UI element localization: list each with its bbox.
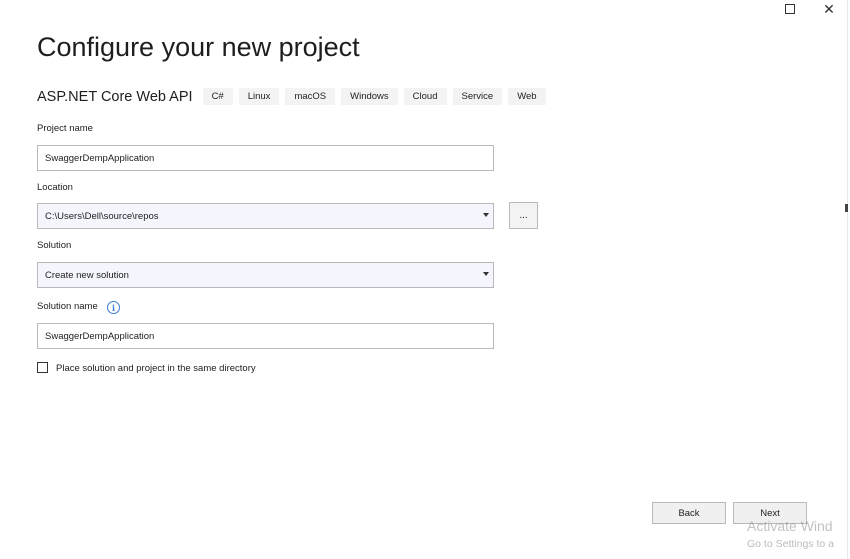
same-directory-label[interactable]: Place solution and project in the same d… (56, 363, 256, 374)
tag-csharp: C# (202, 88, 233, 105)
solution-name-input[interactable] (37, 323, 494, 349)
location-label: Location (37, 182, 73, 193)
location-combobox[interactable]: C:\Users\Dell\source\repos (37, 203, 494, 229)
solution-label: Solution (37, 240, 72, 251)
tag-web: Web (508, 88, 546, 105)
browse-button[interactable]: ... (509, 202, 538, 229)
solution-name-label: Solution name (37, 301, 98, 312)
activation-watermark-text: Go to Settings to a (747, 538, 834, 550)
info-icon[interactable]: i (107, 301, 120, 314)
solution-dropdown[interactable]: Create new solution (37, 262, 494, 288)
template-name: ASP.NET Core Web API (37, 88, 193, 105)
location-value: C:\Users\Dell\source\repos (45, 210, 159, 222)
solution-value: Create new solution (45, 269, 129, 281)
close-button[interactable]: ✕ (809, 0, 849, 18)
project-name-label: Project name (37, 123, 93, 134)
maximize-icon (785, 4, 795, 14)
tag-cloud: Cloud (403, 88, 447, 105)
scroll-marker (845, 204, 848, 212)
tag-linux: Linux (238, 88, 280, 105)
page-title: Configure your new project (37, 32, 360, 62)
chevron-down-icon (483, 213, 489, 217)
scroll-track (847, 0, 848, 559)
close-icon: ✕ (823, 1, 835, 17)
maximize-button[interactable] (770, 0, 810, 18)
activation-watermark-title: Activate Wind (747, 518, 833, 534)
project-name-input[interactable] (37, 145, 494, 171)
same-directory-checkbox[interactable] (37, 362, 48, 373)
tag-windows: Windows (341, 88, 398, 105)
back-button[interactable]: Back (652, 502, 726, 524)
chevron-down-icon (483, 272, 489, 276)
template-info: ASP.NET Core Web API C# Linux macOS Wind… (37, 88, 552, 105)
tag-service: Service (452, 88, 503, 105)
tag-macos: macOS (285, 88, 336, 105)
